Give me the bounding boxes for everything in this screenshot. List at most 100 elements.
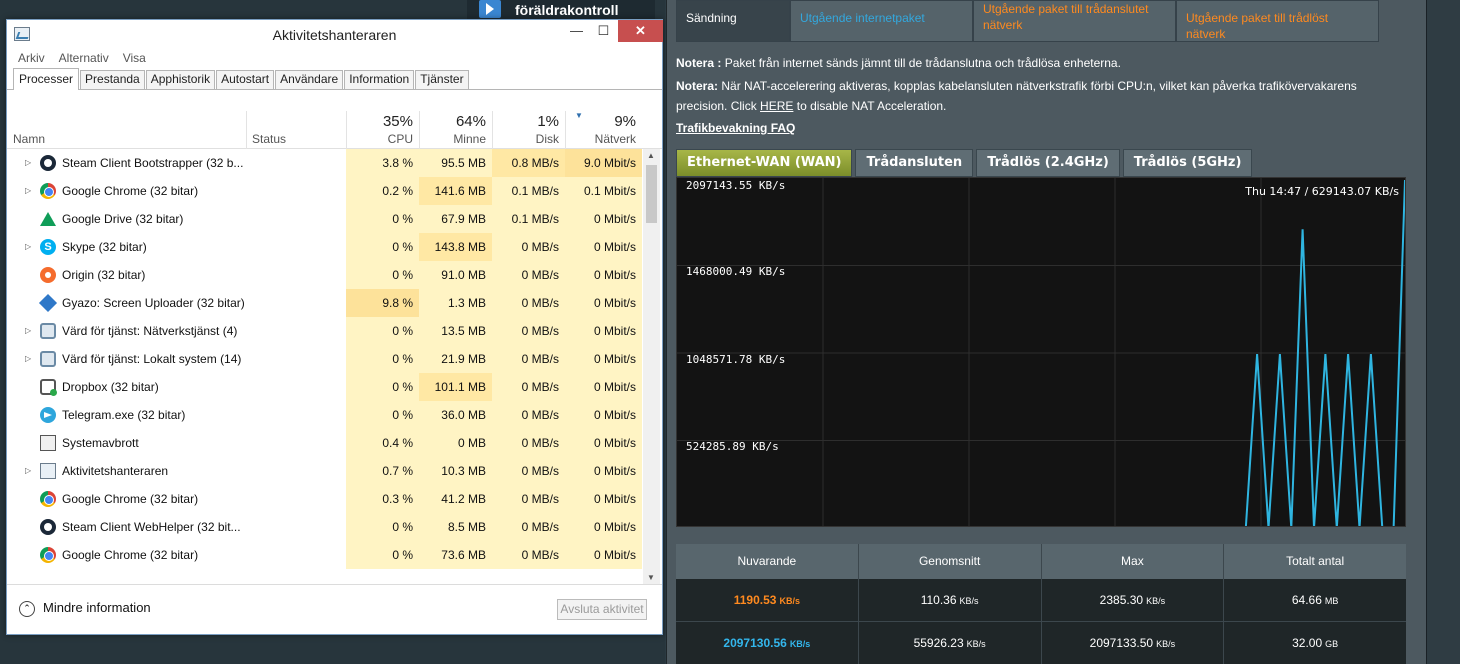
traffic-graph[interactable]: 2097143.55 KB/s 1468000.49 KB/s 1048571.… (676, 177, 1406, 527)
table-row[interactable]: Google Chrome (32 bitar) 0.3 % 41.2 MB 0 MB… (7, 485, 642, 513)
disk-value: 0 MB/s (492, 401, 565, 429)
vertical-scrollbar[interactable]: ▲ ▼ (643, 149, 660, 586)
network-value: 0 Mbit/s (565, 401, 642, 429)
column-header-name[interactable]: Namn (7, 111, 246, 149)
background-window-title[interactable]: föräldrakontroll (467, 0, 655, 20)
network-value: 0 Mbit/s (565, 233, 642, 261)
tab-ethernet-wan[interactable]: Ethernet-WAN (WAN) (676, 149, 853, 177)
table-row[interactable]: ▷ Steam Client Bootstrapper (32 b... 3.8 %… (7, 149, 642, 177)
stats-row-incoming: 2097130.56 KB/s 55926.23 KB/s 2097133.50 KB… (676, 622, 1406, 664)
menu-alternativ[interactable]: Alternativ (59, 51, 109, 65)
network-value: 0 Mbit/s (565, 429, 642, 457)
less-info-button[interactable]: ⌃ Mindre information (19, 600, 151, 617)
tab-anvandare[interactable]: Användare (275, 70, 344, 89)
tab-wireless-24ghz[interactable]: Trådlös (2.4GHz) (976, 149, 1120, 177)
chevron-up-icon: ⌃ (19, 600, 35, 617)
table-header: Namn Status 35% CPU 64% Minne 1% Disk ▼ (7, 111, 662, 149)
tab-sandning[interactable]: Sändning (676, 0, 790, 42)
dropbox-icon (40, 379, 57, 396)
scrollbar-thumb[interactable] (646, 165, 657, 223)
expand-chevron-icon[interactable]: ▷ (25, 177, 31, 205)
chrome-icon (40, 491, 56, 507)
tab-outgoing-wired[interactable]: Utgående paket till trådanslutet nätverk (973, 0, 1176, 42)
process-table: Namn Status 35% CPU 64% Minne 1% Disk ▼ (7, 111, 662, 586)
steam-icon (40, 155, 56, 171)
process-name: Aktivitetshanteraren (62, 464, 169, 478)
expand-chevron-icon[interactable]: ▷ (25, 345, 31, 373)
table-row[interactable]: Gyazo: Screen Uploader (32 bitar) 9.8 % 1.… (7, 289, 642, 317)
column-header-disk[interactable]: 1% Disk (492, 111, 565, 149)
expand-chevron-icon[interactable]: ▷ (25, 149, 31, 177)
minimize-button[interactable]: — (563, 20, 590, 42)
table-row[interactable]: Steam Client WebHelper (32 bit... 0 % 8.5 … (7, 513, 642, 541)
disk-value: 0 MB/s (492, 289, 565, 317)
table-row[interactable]: Origin (32 bitar) 0 % 91.0 MB 0 MB/s 0 Mbit/… (7, 261, 642, 289)
tab-tjanster[interactable]: Tjänster (415, 70, 469, 89)
table-row[interactable]: Google Drive (32 bitar) 0 % 67.9 MB 0.1 MB/… (7, 205, 642, 233)
task-manager-window: Aktivitetshanteraren — ☐ ✕ Arkiv Alterna… (6, 19, 663, 635)
stats-current: 1190.53 KB/s (676, 579, 859, 622)
table-row[interactable]: ▷ Google Chrome (32 bitar) 0.2 % 141.6 MB 0.… (7, 177, 642, 205)
network-value: 0 Mbit/s (565, 345, 642, 373)
tab-information[interactable]: Information (344, 70, 415, 89)
network-value: 0 Mbit/s (565, 317, 642, 345)
table-row[interactable]: ▷ Värd för tjänst: Lokalt system (14) 0 % 2… (7, 345, 642, 373)
tab-outgoing-internet[interactable]: Utgående internetpaket (790, 0, 973, 42)
cpu-value: 0 % (346, 317, 419, 345)
task-manager-icon (40, 463, 56, 479)
stats-total: 64.66 MB (1224, 579, 1406, 622)
table-row[interactable]: Dropbox (32 bitar) 0 % 101.1 MB 0 MB/s 0 Mbi… (7, 373, 642, 401)
cpu-value: 0 % (346, 233, 419, 261)
disk-value: 0 MB/s (492, 541, 565, 569)
scroll-up-icon[interactable]: ▲ (647, 151, 655, 160)
stats-header-max: Max (1041, 544, 1225, 579)
tab-wireless-5ghz[interactable]: Trådlös (5GHz) (1122, 149, 1253, 177)
table-row[interactable]: ▷ S Skype (32 bitar) 0 % 143.8 MB 0 MB/s 0 Mbi… (7, 233, 642, 261)
process-name: Systemavbrott (62, 436, 139, 450)
end-task-button[interactable]: Avsluta aktivitet (557, 599, 647, 620)
column-header-status[interactable]: Status (246, 111, 346, 149)
table-row[interactable]: Systemavbrott 0.4 % 0 MB 0 MB/s 0 Mbit/s (7, 429, 642, 457)
tab-autostart[interactable]: Autostart (216, 70, 275, 89)
title-bar[interactable]: Aktivitetshanteraren — ☐ ✕ (7, 20, 663, 48)
process-name: Skype (32 bitar) (62, 240, 147, 254)
memory-value: 91.0 MB (419, 261, 492, 289)
table-row[interactable]: Google Chrome (32 bitar) 0 % 73.6 MB 0 MB/s… (7, 541, 642, 569)
process-name: Google Chrome (32 bitar) (62, 548, 199, 562)
tab-prestanda[interactable]: Prestanda (80, 70, 145, 89)
cpu-value: 0.4 % (346, 429, 419, 457)
expand-chevron-icon[interactable]: ▷ (25, 457, 31, 485)
menu-visa[interactable]: Visa (123, 51, 146, 65)
stats-header-row: Nuvarande Genomsnitt Max Totalt antal (676, 544, 1406, 579)
disk-value: 0 MB/s (492, 233, 565, 261)
column-header-network[interactable]: 9% Nätverk (565, 111, 642, 149)
traffic-monitor-faq-link[interactable]: Trafikbevakning FAQ (676, 121, 795, 135)
router-traffic-panel: Sändning Utgående internetpaket Utgående… (666, 0, 1426, 664)
menu-arkiv[interactable]: Arkiv (18, 51, 45, 65)
table-row[interactable]: ▷ Värd för tjänst: Nätverkstjänst (4) 0 % 1… (7, 317, 642, 345)
tab-outgoing-wireless[interactable]: Utgående paket till trådlöst nätverk (1176, 0, 1379, 42)
table-row[interactable]: Telegram.exe (32 bitar) 0 % 36.0 MB 0 MB/s 0… (7, 401, 642, 429)
column-header-cpu[interactable]: 35% CPU (346, 111, 419, 149)
network-value: 0 Mbit/s (565, 513, 642, 541)
column-header-memory[interactable]: 64% Minne (419, 111, 492, 149)
process-name: Telegram.exe (32 bitar) (62, 408, 186, 422)
expand-chevron-icon[interactable]: ▷ (25, 233, 31, 261)
graph-readout: Thu 14:47 / 629143.07 KB/s (1245, 185, 1399, 198)
tab-processer[interactable]: Processer (13, 68, 80, 90)
disable-nat-link[interactable]: HERE (760, 99, 793, 113)
expand-chevron-icon[interactable]: ▷ (25, 317, 31, 345)
table-row[interactable]: ▷ Aktivitetshanteraren 0.7 % 10.3 MB 0 MB/s 0… (7, 457, 642, 485)
maximize-button[interactable]: ☐ (590, 20, 617, 42)
disk-value: 0.1 MB/s (492, 177, 565, 205)
tab-apphistorik[interactable]: Apphistorik (145, 70, 216, 89)
memory-value: 13.5 MB (419, 317, 492, 345)
stats-average: 110.36 KB/s (858, 579, 1042, 622)
process-name: Dropbox (32 bitar) (62, 380, 159, 394)
cpu-value: 0.2 % (346, 177, 419, 205)
note-broadcast: Notera : Paket från internet sänds jämnt… (676, 56, 1121, 70)
disk-value: 0 MB/s (492, 345, 565, 373)
scroll-down-icon[interactable]: ▼ (647, 573, 655, 582)
tab-wired[interactable]: Trådansluten (855, 149, 974, 177)
close-button[interactable]: ✕ (618, 20, 663, 42)
